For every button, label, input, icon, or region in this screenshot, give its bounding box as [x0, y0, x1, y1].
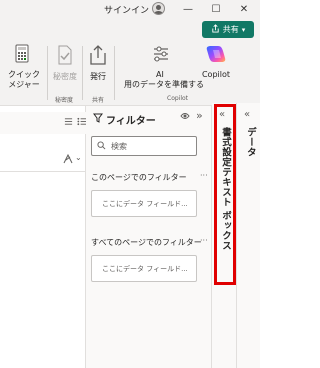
copilot-label: Copilot — [201, 70, 231, 79]
expand-data-pane-icon[interactable]: « — [244, 109, 250, 120]
minimize-button[interactable]: — — [176, 0, 200, 18]
filter-icon — [93, 113, 103, 126]
copilot-button[interactable]: Copilot — [198, 44, 234, 80]
ribbon-separator — [114, 46, 115, 100]
share-label: 共有 — [222, 25, 239, 34]
filter-search-input[interactable]: 検索 — [91, 136, 197, 156]
sign-in-link[interactable]: サインイン — [104, 3, 149, 16]
filter-pane: フィルター » 検索 このページでのフィルター ··· ここにデータ フィールド… — [86, 106, 212, 368]
title-bar: サインイン — ☐ ✕ — [0, 0, 260, 18]
ribbon-separator — [82, 46, 83, 100]
data-pane-collapsed[interactable]: « データ — [236, 103, 260, 368]
publish-label: 発行 — [90, 72, 106, 81]
close-button[interactable]: ✕ — [232, 0, 256, 18]
ai-label-1: AI — [156, 70, 164, 79]
quick-measure-label-1: クイック — [8, 70, 40, 79]
collapse-filter-pane-icon[interactable]: » — [196, 109, 203, 122]
maximize-button[interactable]: ☐ — [204, 0, 228, 18]
this-page-drop-zone[interactable]: ここにデータ フィールド... — [91, 190, 197, 217]
copilot-icon — [198, 44, 234, 67]
search-icon — [97, 140, 106, 152]
sensitivity-label: 秘密度 — [53, 72, 77, 81]
prep-data-for-ai-button[interactable]: AI 用のデータを準備する — [118, 44, 204, 90]
publish-icon — [85, 44, 111, 69]
search-placeholder: 検索 — [111, 141, 127, 151]
highlight-box — [214, 104, 236, 285]
data-prep-icon — [118, 44, 204, 67]
quick-measure-button[interactable]: クイック メジャー — [0, 44, 44, 90]
all-pages-drop-zone[interactable]: ここにデータ フィールド... — [91, 255, 197, 282]
font-color-icon[interactable] — [63, 153, 73, 166]
chevron-down-icon: ▾ — [241, 25, 246, 34]
copilot-group-label: Copilot — [167, 95, 189, 102]
this-page-filters-label: このページでのフィルター — [91, 173, 187, 182]
sensitivity-group-label: 秘密度 — [55, 97, 74, 104]
share-icon — [211, 24, 220, 35]
ai-label-2: 用のデータを準備する — [124, 80, 204, 89]
sensitivity-button[interactable]: 秘密度 — [50, 44, 80, 82]
ribbon-separator — [47, 46, 48, 100]
chevron-down-icon[interactable]: ⌄ — [75, 153, 82, 162]
filter-pane-title: フィルター — [106, 116, 156, 127]
avatar[interactable] — [152, 2, 165, 15]
bulleted-list-icon[interactable] — [77, 117, 86, 128]
quick-measure-label-2: メジャー — [8, 80, 40, 89]
share-group-label: 共有 — [92, 97, 105, 104]
canvas-toolbar — [0, 112, 86, 134]
canvas-format-bar: ⌄ — [0, 142, 86, 172]
filter-pane-header: フィルター — [93, 112, 156, 127]
this-page-more-options[interactable]: ··· — [200, 171, 208, 180]
all-pages-filters-label: すべてのページでのフィルター — [91, 238, 202, 247]
align-left-icon[interactable] — [64, 117, 73, 128]
eye-icon[interactable] — [180, 111, 190, 123]
sensitivity-icon — [50, 44, 80, 69]
calculator-icon — [0, 44, 44, 67]
report-canvas[interactable]: ⌄ — [0, 106, 86, 368]
data-pane-title: データ — [245, 127, 256, 157]
share-button[interactable]: 共有 ▾ — [202, 21, 254, 38]
publish-button[interactable]: 発行 — [85, 44, 111, 82]
all-pages-more-options[interactable]: ··· — [200, 236, 208, 245]
